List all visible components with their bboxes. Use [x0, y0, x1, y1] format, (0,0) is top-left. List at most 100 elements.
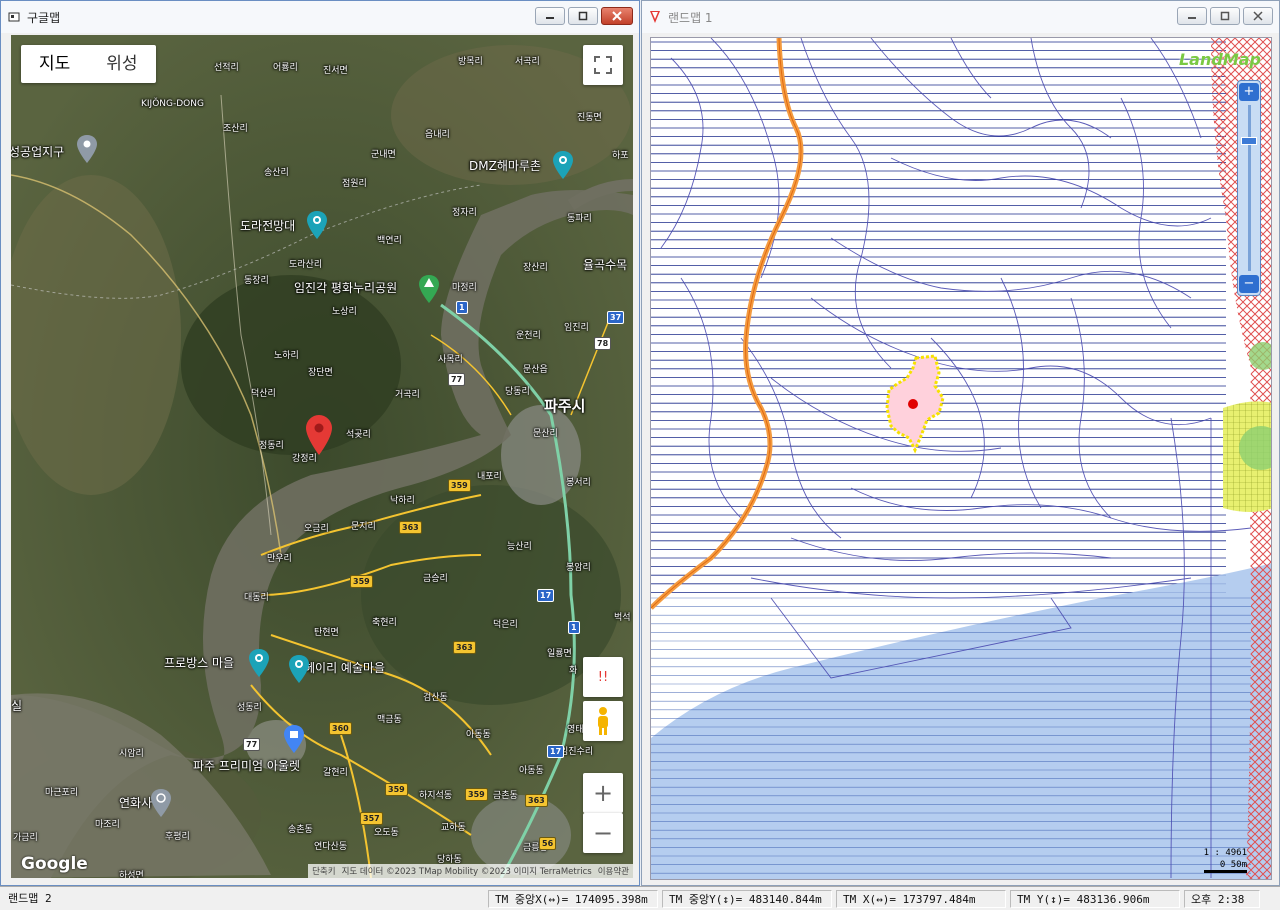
scale-indicator: 1 : 4961 0 50m — [1203, 848, 1247, 873]
route-shield: 56 — [539, 837, 557, 850]
zoom-track[interactable] — [1248, 105, 1251, 271]
place-label: 파주 프리미엄 아울렛 — [193, 759, 300, 773]
landmap-zoom-out-button[interactable]: − — [1239, 275, 1259, 293]
landmap-window-titlebar[interactable]: 랜드맵 1 — [642, 1, 1279, 33]
zoom-slider[interactable]: + − — [1237, 80, 1261, 296]
place-label: DMZ해마루촌 — [469, 159, 541, 173]
close-icon — [1253, 11, 1263, 21]
place-label: 검산동 — [423, 693, 448, 703]
camera-poi-icon[interactable] — [289, 655, 309, 685]
status-center-x: TM 중앙X(↔)= 174095.398m — [488, 890, 658, 908]
zoom-in-button[interactable]: + — [583, 773, 623, 813]
place-label: 읍내리 — [425, 130, 450, 140]
map-data-text: 지도 데이터 ©2023 TMap Mobility ©2023 이미지 Ter… — [341, 867, 592, 877]
map-type-map-button[interactable]: 지도 — [21, 45, 88, 83]
place-label: 서곡리 — [515, 57, 540, 67]
app-icon — [7, 10, 21, 24]
camera-poi-icon[interactable] — [249, 649, 269, 679]
place-label: 정자리 — [452, 208, 477, 218]
park-poi-icon[interactable] — [419, 275, 439, 305]
route-shield: 78 — [594, 337, 612, 350]
status-time: 오후 2:38 — [1184, 890, 1260, 908]
cadastral-map-canvas[interactable]: LandMap + − 1 : 4961 0 50m — [650, 37, 1272, 880]
terms-link[interactable]: 이용약관 — [598, 865, 629, 877]
route-shield: 77 — [243, 738, 261, 751]
route-shield: 1 — [568, 621, 580, 634]
place-label: 능산리 — [507, 542, 532, 552]
google-window-titlebar[interactable]: 구글맵 — [1, 1, 639, 33]
map-type-control: 지도 위성 — [21, 45, 156, 83]
route-shield: 363 — [399, 521, 422, 534]
warning-button[interactable]: !! — [583, 657, 623, 697]
camera-poi-icon[interactable] — [307, 211, 327, 241]
google-logo: Google — [21, 854, 88, 874]
place-label: 시암리 — [119, 749, 144, 759]
place-label: 율곡수목 — [583, 258, 628, 272]
place-label: 송촌동 — [288, 825, 313, 835]
fullscreen-button[interactable] — [583, 45, 623, 85]
landmap-window: 랜드맵 1 LandMap + − 1: 4961 0 50m — [641, 0, 1280, 886]
place-label: 오도동 — [374, 828, 399, 838]
status-tm-x: TM X(↔)= 173797.484m — [836, 890, 1006, 908]
place-label: 장단면 — [308, 368, 333, 378]
place-label: 노하리 — [274, 351, 299, 361]
minimize-button[interactable] — [535, 7, 565, 25]
route-shield: 359 — [385, 783, 408, 796]
maximize-icon — [1220, 11, 1230, 21]
place-label: 장산리 — [523, 263, 548, 273]
place-label: 운천리 — [516, 331, 541, 341]
window-title: 랜드맵 1 — [668, 10, 713, 25]
shopping-poi-icon[interactable] — [284, 725, 304, 755]
route-shield: 360 — [329, 722, 352, 735]
pegman-icon — [598, 707, 608, 735]
place-label: 탄현면 — [314, 628, 339, 638]
place-label: 군내면 — [371, 150, 396, 160]
place-label: 일룡면 — [547, 649, 572, 659]
place-label: 맥금동 — [377, 715, 402, 725]
minimize-icon — [1188, 17, 1196, 19]
place-label: 영태 — [567, 725, 584, 735]
close-button[interactable] — [1243, 7, 1273, 25]
place-label: 석곶리 — [346, 430, 371, 440]
landmap-app-icon — [648, 10, 662, 24]
landmap-zoom-in-button[interactable]: + — [1239, 83, 1259, 101]
status-bar: 랜드맵 2 TM 중앙X(↔)= 174095.398m TM 중앙Y(↕)= … — [0, 886, 1280, 910]
place-label: 아동동 — [466, 730, 491, 740]
map-attribution: 단축키 지도 데이터 ©2023 TMap Mobility ©2023 이미지… — [308, 864, 633, 878]
status-center-y: TM 중앙Y(↕)= 483140.844m — [662, 890, 832, 908]
place-label: 화 — [569, 666, 578, 676]
street-view-button[interactable] — [583, 701, 623, 741]
landmap-logo: LandMap — [1178, 50, 1261, 69]
place-label: 하포 — [612, 151, 629, 161]
place-label: 선적리 — [214, 63, 239, 73]
map-type-satellite-button[interactable]: 위성 — [88, 45, 155, 83]
zoom-out-button[interactable]: − — [583, 813, 623, 853]
route-shield: 17 — [537, 589, 555, 602]
route-shield: 359 — [448, 479, 471, 492]
place-label: 성공업지구 — [11, 145, 65, 159]
place-label: 봉암리 — [566, 563, 591, 573]
minimize-button[interactable] — [1177, 7, 1207, 25]
zoom-knob[interactable] — [1241, 137, 1257, 145]
place-label: 대동리 — [244, 593, 269, 603]
maximize-button[interactable] — [1210, 7, 1240, 25]
route-shield: 359 — [350, 575, 373, 588]
route-shield: 357 — [360, 812, 383, 825]
temple-poi-icon[interactable] — [151, 789, 171, 819]
place-label: 파주시 — [544, 397, 586, 415]
route-shield: 17 — [547, 745, 565, 758]
map-marker-icon[interactable] — [77, 135, 97, 165]
location-pin-icon[interactable] — [306, 415, 332, 455]
route-shield: 1 — [456, 301, 468, 314]
place-label: 도라전망대 — [240, 219, 296, 233]
close-button[interactable] — [601, 7, 633, 25]
shortcuts-link[interactable]: 단축키 — [312, 865, 335, 877]
google-map-canvas[interactable]: 선적리 어룡리 진서면 방목리 서곡리 KIJŎNG-DONG 조산리 진동면 읍내리 성공업지구… — [11, 35, 633, 878]
maximize-button[interactable] — [568, 7, 598, 25]
place-label: 거곡리 — [395, 390, 420, 400]
camera-poi-icon[interactable] — [553, 151, 573, 181]
close-icon — [612, 11, 622, 21]
place-label: 성동리 — [237, 703, 262, 713]
place-label: 진서면 — [323, 66, 348, 76]
place-label: 임진수리 — [560, 747, 594, 757]
